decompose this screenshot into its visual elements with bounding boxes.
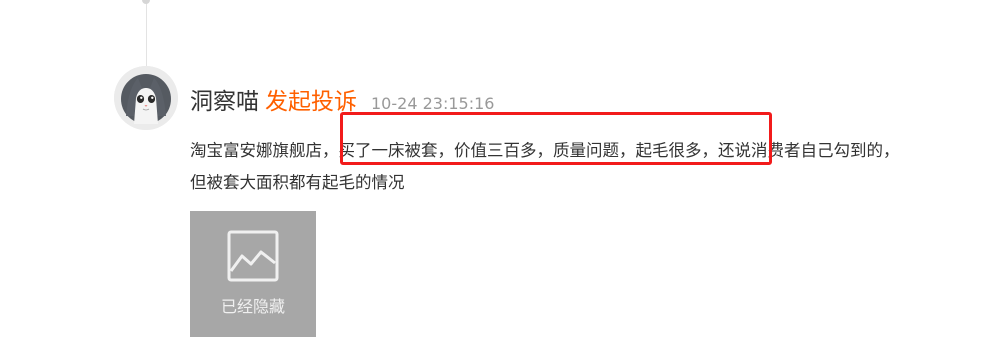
image-icon bbox=[227, 230, 279, 282]
complaint-post: 洞察喵 发起投诉 10-24 23:15:16 淘宝富安娜旗舰店，买了一床被套，… bbox=[0, 0, 994, 343]
hidden-label: 已经隐藏 bbox=[220, 297, 285, 316]
avatar[interactable] bbox=[114, 66, 178, 130]
complaint-action-label: 发起投诉 bbox=[265, 89, 357, 115]
post-header: 洞察喵 发起投诉 10-24 23:15:16 bbox=[190, 82, 494, 116]
highlight-box bbox=[340, 112, 772, 165]
cat-avatar-icon bbox=[114, 66, 178, 130]
post-timestamp: 10-24 23:15:16 bbox=[371, 94, 495, 113]
hidden-image-attachment[interactable]: 已经隐藏 bbox=[190, 211, 316, 337]
timeline-dot bbox=[142, 0, 150, 4]
timeline-line bbox=[146, 0, 147, 66]
username[interactable]: 洞察喵 bbox=[190, 82, 259, 116]
